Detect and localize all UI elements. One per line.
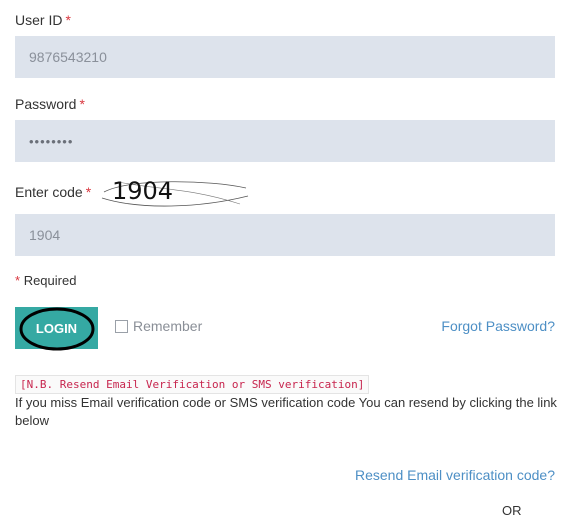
login-page: User ID * 9876543210 Password * •••••••• E…	[0, 0, 577, 519]
user-id-value: 9876543210	[29, 49, 107, 65]
resend-notice-code: [N.B. Resend Email Verification or SMS v…	[15, 375, 370, 394]
code-label-text: Enter code	[15, 184, 83, 200]
or-separator: OR	[502, 503, 522, 518]
password-input[interactable]: ••••••••	[15, 120, 555, 162]
captcha-text: 1904	[112, 177, 173, 205]
password-value: ••••••••	[29, 133, 74, 149]
remember-checkbox-row[interactable]: Remember	[115, 318, 202, 334]
required-note-mark: *	[15, 273, 21, 288]
resend-email-verification-link[interactable]: Resend Email verification code?	[355, 467, 555, 483]
password-label-text: Password	[15, 96, 77, 112]
captcha-image: 1904	[100, 176, 250, 209]
code-value: 1904	[29, 227, 61, 243]
forgot-password-link[interactable]: Forgot Password?	[441, 318, 555, 334]
code-label: Enter code *	[15, 184, 91, 200]
user-id-label: User ID *	[15, 12, 71, 28]
login-button[interactable]: LOGIN	[15, 307, 98, 349]
resend-notice-text: If you miss Email verification code or S…	[15, 395, 557, 428]
required-note-text: Required	[23, 273, 77, 288]
login-button-label: LOGIN	[35, 320, 78, 336]
required-asterisk: *	[79, 96, 85, 112]
password-label: Password *	[15, 96, 85, 112]
remember-label: Remember	[133, 318, 203, 334]
user-id-label-text: User ID	[15, 12, 63, 28]
required-note: * Required	[15, 273, 76, 288]
code-input[interactable]: 1904	[15, 214, 555, 256]
required-asterisk: *	[65, 12, 71, 28]
required-asterisk: *	[85, 184, 92, 200]
user-id-input[interactable]: 9876543210	[15, 36, 555, 78]
remember-checkbox[interactable]	[115, 319, 128, 333]
